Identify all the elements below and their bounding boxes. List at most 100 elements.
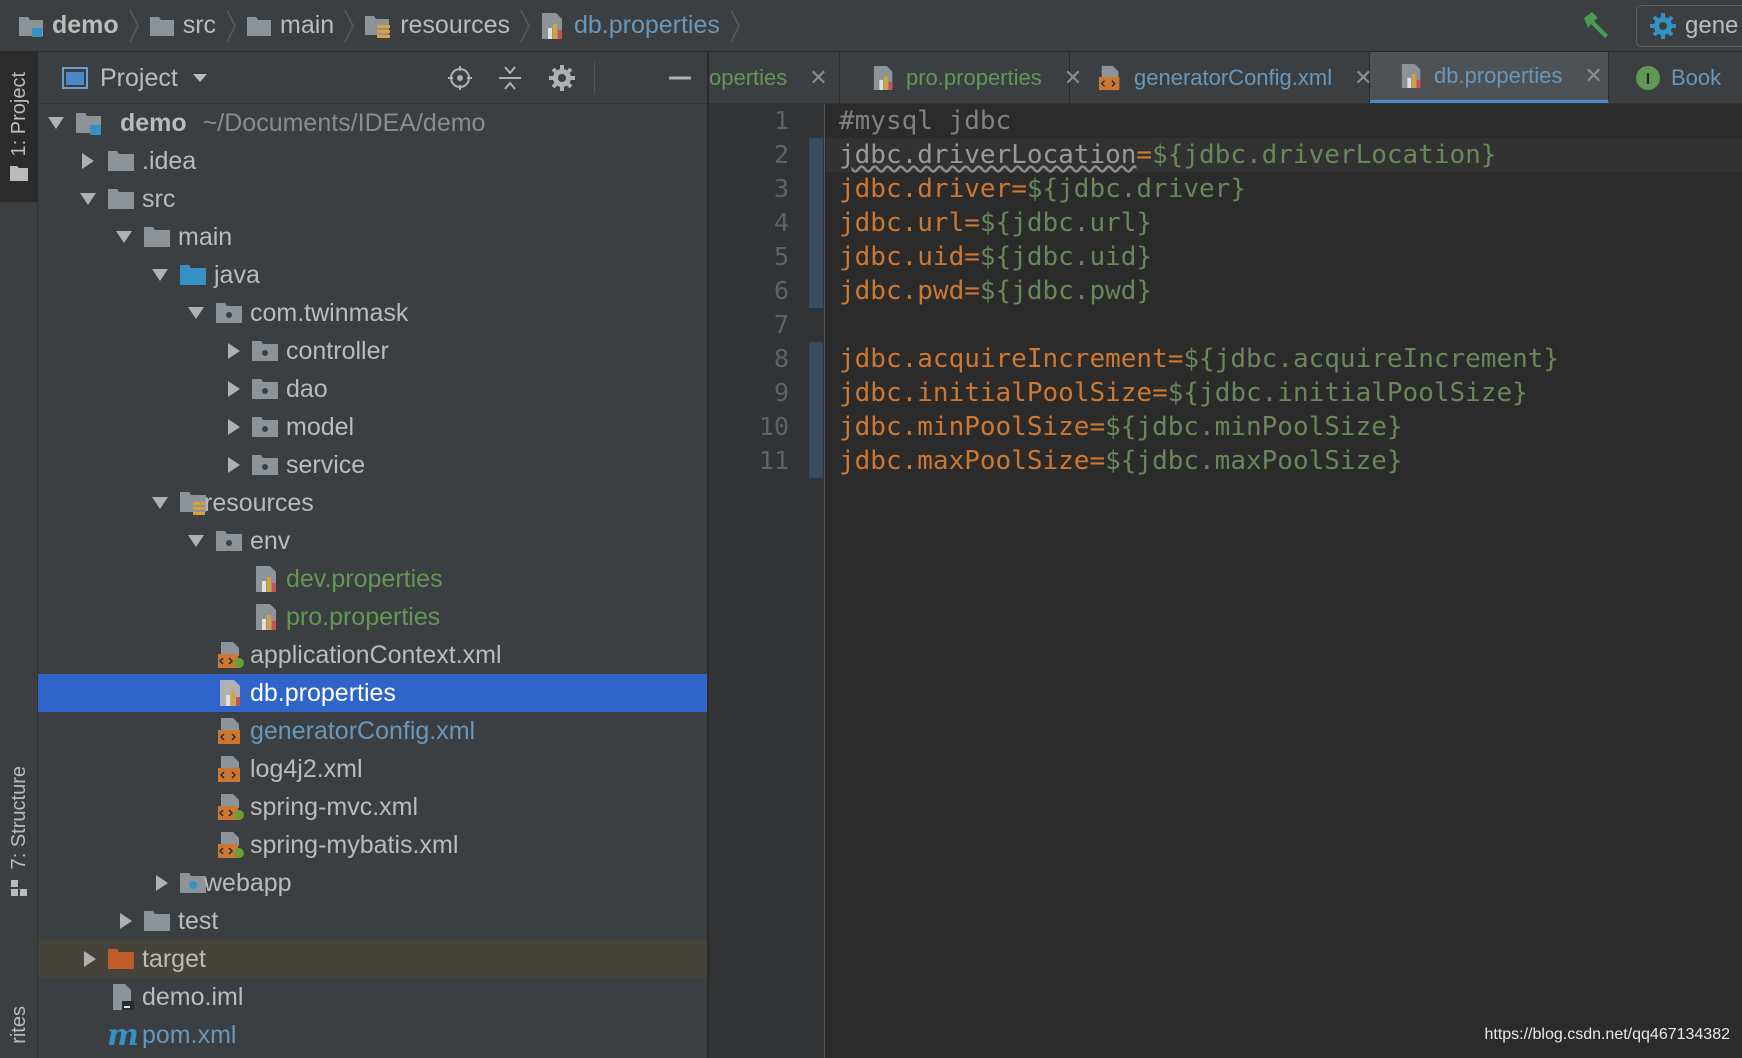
tree-label: spring-mvc.xml	[250, 792, 419, 821]
tree-label: model	[286, 412, 355, 441]
tab-label: operties	[709, 65, 788, 90]
properties-file-icon	[540, 12, 566, 40]
tree-label: webapp	[204, 868, 292, 897]
collapsed-arrow-icon[interactable]	[78, 151, 98, 171]
tree-label: applicationContext.xml	[250, 640, 502, 669]
tree-row-env[interactable]: env	[38, 522, 707, 560]
tree-row-controller[interactable]: controller	[38, 332, 707, 370]
tree-row-dao[interactable]: dao	[38, 370, 707, 408]
tree-row-resources[interactable]: resources	[38, 484, 707, 522]
tree-row-package[interactable]: com.twinmask	[38, 294, 707, 332]
close-icon[interactable]: ✕	[1584, 63, 1602, 89]
folder-icon	[106, 184, 136, 214]
tree-row-application-context[interactable]: applicationContext.xml	[38, 636, 707, 674]
tree-row-main[interactable]: main	[38, 218, 707, 256]
tree-row-db-properties[interactable]: db.properties	[38, 674, 707, 712]
locate-file-icon[interactable]	[444, 62, 476, 94]
tree-row-spring-mybatis[interactable]: spring-mybatis.xml	[38, 826, 707, 864]
expanded-arrow-icon[interactable]	[186, 303, 206, 323]
tab-pro-properties[interactable]: pro.properties ✕	[844, 52, 1082, 103]
breadcrumb-demo[interactable]: demo	[18, 0, 119, 52]
run-config-label: gene	[1685, 12, 1739, 39]
tree-row-spring-mvc[interactable]: spring-mvc.xml	[38, 788, 707, 826]
chevron-right-icon	[336, 0, 362, 52]
tree-label: spring-mybatis.xml	[250, 830, 459, 859]
properties-file-icon	[252, 564, 282, 594]
property-separator: =	[1167, 344, 1184, 374]
code-editor[interactable]: 1 2 3 4 5 6 7 8 9 10 11 #mysql jdbc jdbc.driverLoca…	[709, 104, 1742, 1058]
breadcrumb-resources[interactable]: resources	[364, 0, 510, 52]
project-window-icon	[62, 67, 88, 89]
tree-label: src	[142, 184, 176, 213]
expanded-arrow-icon[interactable]	[150, 493, 170, 513]
vcs-change-marker[interactable]	[809, 138, 823, 308]
line-number: 10	[758, 412, 789, 441]
collapsed-arrow-icon[interactable]	[224, 379, 244, 399]
tab-dev-properties[interactable]: operties ✕	[709, 52, 840, 103]
tab-book[interactable]: I Book	[1609, 52, 1742, 103]
navigation-bar: demo src main resources db.properties ge…	[0, 0, 1742, 52]
tree-row-demo-iml[interactable]: demo.iml	[38, 978, 707, 1016]
expanded-arrow-icon[interactable]	[78, 189, 98, 209]
tool-tab-favorites[interactable]: rites	[0, 992, 38, 1058]
vcs-change-marker[interactable]	[809, 342, 823, 478]
property-key: jdbc.minPoolSize	[839, 412, 1090, 442]
tool-tab-project[interactable]: 1: Project	[0, 52, 38, 202]
collapsed-arrow-icon[interactable]	[152, 873, 172, 893]
folder-icon	[246, 15, 272, 37]
tree-row-pro-properties[interactable]: pro.properties	[38, 598, 707, 636]
property-separator: =	[964, 208, 980, 238]
code-line: jdbc.minPoolSize=${jdbc.minPoolSize}	[839, 410, 1403, 444]
line-number: 2	[773, 140, 789, 169]
code-line: jdbc.driver=${jdbc.driver}	[839, 172, 1246, 206]
project-view-selector[interactable]: Project	[62, 52, 220, 104]
editor-tab-bar: operties ✕ pro.properties ✕ generatorCon…	[709, 52, 1742, 104]
property-key: jdbc.driver	[839, 174, 1012, 204]
tree-row-pom[interactable]: m pom.xml	[38, 1016, 707, 1054]
close-icon[interactable]: ✕	[809, 65, 827, 91]
tree-row-test[interactable]: test	[38, 902, 707, 940]
breadcrumb-db-properties[interactable]: db.properties	[540, 0, 720, 52]
hide-panel-icon[interactable]	[664, 62, 696, 94]
collapsed-arrow-icon[interactable]	[116, 911, 136, 931]
collapsed-arrow-icon[interactable]	[80, 949, 100, 969]
tree-row-webapp[interactable]: webapp	[38, 864, 707, 902]
tab-generator-config[interactable]: generatorConfig.xml ✕	[1070, 52, 1373, 103]
package-icon	[250, 336, 280, 366]
tab-db-properties[interactable]: db.properties ✕	[1370, 52, 1609, 103]
property-key: jdbc.url	[839, 208, 965, 238]
tree-row-generator-config[interactable]: generatorConfig.xml	[38, 712, 707, 750]
tree-row-idea[interactable]: .idea	[38, 142, 707, 180]
tree-row-java[interactable]: java	[38, 256, 707, 294]
collapse-all-icon[interactable]	[494, 62, 526, 94]
run-configuration-selector[interactable]: gene	[1636, 5, 1742, 47]
code-comment: #mysql jdbc	[839, 106, 1012, 136]
breadcrumb-main[interactable]: main	[246, 0, 334, 52]
tree-row-model[interactable]: model	[38, 408, 707, 446]
code-line: jdbc.maxPoolSize=${jdbc.maxPoolSize}	[839, 444, 1403, 478]
gear-icon[interactable]	[546, 62, 578, 94]
breadcrumb-src[interactable]: src	[149, 0, 216, 52]
package-icon	[250, 450, 280, 480]
dropdown-arrow-icon	[192, 74, 207, 82]
toolbar-divider	[594, 62, 595, 94]
module-folder-icon	[18, 14, 44, 38]
expanded-arrow-icon[interactable]	[150, 265, 170, 285]
tree-row-demo[interactable]: demo ~/Documents/IDEA/demo	[38, 104, 707, 142]
collapsed-arrow-icon[interactable]	[224, 341, 244, 361]
tree-label: main	[178, 222, 233, 251]
tree-row-dev-properties[interactable]: dev.properties	[38, 560, 707, 598]
tree-row-target[interactable]: target	[38, 940, 707, 978]
tree-row-service[interactable]: service	[38, 446, 707, 484]
tree-row-src[interactable]: src	[38, 180, 707, 218]
expanded-arrow-icon[interactable]	[46, 113, 66, 133]
folder-icon	[10, 166, 28, 182]
collapsed-arrow-icon[interactable]	[224, 455, 244, 475]
tool-tab-structure[interactable]: 7: Structure	[0, 732, 38, 932]
tree-row-log4j2[interactable]: log4j2.xml	[38, 750, 707, 788]
collapsed-arrow-icon[interactable]	[224, 417, 244, 437]
expanded-arrow-icon[interactable]	[114, 227, 134, 247]
build-hammer-icon[interactable]	[1578, 8, 1614, 44]
property-separator: =	[1011, 174, 1027, 204]
expanded-arrow-icon[interactable]	[186, 531, 206, 551]
